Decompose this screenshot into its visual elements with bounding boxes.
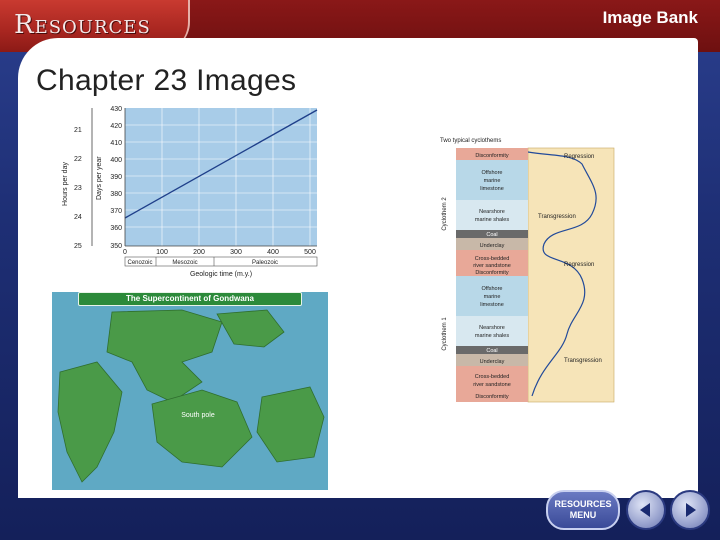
cyclothem-figure: Two typical cyclothems Regression Transg… — [432, 134, 618, 404]
layer-label: Offshore — [482, 286, 503, 292]
curve-label: Regression — [564, 262, 594, 268]
resources-label: Resources — [14, 10, 151, 40]
layer-label: marine — [484, 178, 501, 184]
right-tick: 420 — [110, 123, 122, 130]
right-tick: 400 — [110, 157, 122, 164]
gondwana-title: The Supercontinent of Gondwana — [126, 294, 254, 303]
era-labels: Cenozoic Mesozoic Paleozoic — [127, 260, 278, 266]
layer-label: Coal — [486, 232, 497, 238]
layer-label: marine — [484, 294, 501, 300]
curve-label: Regression — [564, 154, 594, 160]
right-tick: 410 — [110, 140, 122, 147]
layer-label: river sandstone — [473, 382, 511, 388]
right-axis-label: Days per year — [96, 156, 103, 200]
left-tick: 23 — [74, 185, 82, 192]
x-tick: 400 — [267, 249, 279, 256]
curve-label: Transgression — [538, 214, 576, 220]
era-label: Cenozoic — [127, 260, 152, 266]
x-tick: 300 — [230, 249, 242, 256]
layer-label: Underclay — [480, 243, 505, 249]
image-bank-title: Image Bank — [602, 8, 698, 27]
left-ticks: 21 22 23 24 25 — [74, 127, 82, 250]
x-tick: 500 — [304, 249, 316, 256]
x-tick: 100 — [156, 249, 168, 256]
right-tick: 360 — [110, 225, 122, 232]
menu-label-menu: MENU — [569, 510, 597, 520]
cyclothem-1-label: Cyclothem 1 — [442, 317, 448, 351]
x-axis-label: Geologic time (m.y.) — [190, 271, 252, 278]
right-tick: 350 — [110, 243, 122, 250]
layer-label: marine shales — [475, 217, 509, 223]
x-ticks: 0 100 200 300 400 500 — [123, 249, 316, 256]
south-pole-label: South pole — [181, 412, 215, 419]
gondwana-figure: South pole The Supercontinent of Gondwan… — [52, 292, 328, 490]
layer-label: Nearshore — [479, 325, 505, 331]
layer-label: Cross-bedded — [475, 256, 510, 262]
layer-label: Disconformity — [475, 270, 509, 276]
gondwana-map: South pole — [52, 292, 328, 490]
resources-menu-button[interactable]: RESOURCES MENU — [546, 490, 620, 530]
next-button[interactable] — [670, 490, 710, 530]
era-bar — [124, 256, 318, 267]
layer-label: Cross-bedded — [475, 374, 510, 380]
x-tick: 200 — [193, 249, 205, 256]
layer-label: river sandstone — [473, 263, 511, 269]
left-tick: 21 — [74, 127, 82, 134]
layer-label: limestone — [480, 186, 504, 192]
layer-label: Underclay — [480, 359, 505, 365]
triangle-right-icon — [686, 503, 696, 517]
curve-label: Transgression — [564, 358, 602, 364]
left-tick: 22 — [74, 156, 82, 163]
gondwana-title-bar: The Supercontinent of Gondwana — [78, 292, 302, 306]
layer-label: Offshore — [482, 170, 503, 176]
hours-days-figure: 21 22 23 24 25 Hours per day 430 420 410… — [58, 100, 328, 280]
left-tick: 24 — [74, 214, 82, 221]
layer-label: limestone — [480, 302, 504, 308]
left-tick: 25 — [74, 243, 82, 250]
hours-days-chart: 21 22 23 24 25 Hours per day 430 420 410… — [62, 106, 318, 278]
previous-button[interactable] — [626, 490, 666, 530]
cyclothem-2-label: Cyclothem 2 — [442, 197, 448, 231]
layer-label: Disconformity — [475, 394, 509, 400]
era-label: Mesozoic — [172, 260, 197, 266]
plot-area — [125, 108, 317, 246]
right-tick: 430 — [110, 106, 122, 113]
left-axis-label: Hours per day — [62, 162, 69, 206]
era-label: Paleozoic — [252, 260, 278, 266]
chapter-title: Chapter 23 Images — [36, 64, 297, 97]
right-tick: 380 — [110, 191, 122, 198]
triangle-left-icon — [640, 503, 650, 517]
layer-label: Nearshore — [479, 209, 505, 215]
right-tick: 370 — [110, 208, 122, 215]
layer-label: marine shales — [475, 333, 509, 339]
right-tick: 390 — [110, 174, 122, 181]
x-tick: 0 — [123, 249, 127, 256]
layer-label: Coal — [486, 348, 497, 354]
menu-label-resources: RESOURCES — [554, 499, 612, 509]
layer-label: Disconformity — [475, 153, 509, 159]
cyclothem-title: Two typical cyclothems — [440, 138, 501, 144]
right-ticks: 430 420 410 400 390 380 370 360 350 — [110, 106, 122, 250]
cyclothem-diagram: Two typical cyclothems Regression Transg… — [440, 138, 615, 403]
